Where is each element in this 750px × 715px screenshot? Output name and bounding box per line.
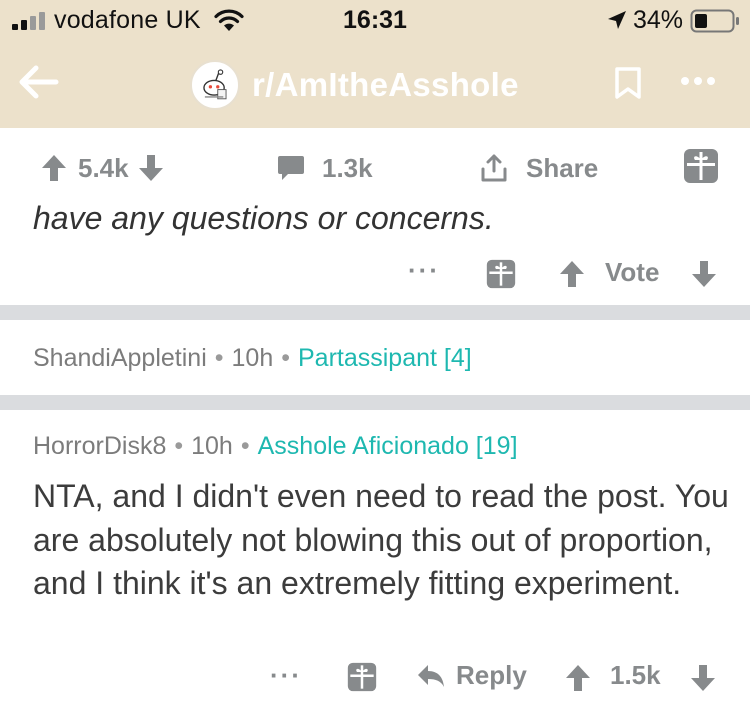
battery-icon bbox=[690, 9, 739, 33]
status-bar: vodafone UK 16:31 34% bbox=[0, 0, 750, 44]
post-share-button[interactable]: Share bbox=[480, 150, 598, 186]
comment-body: NTA, and I didn't even need to read the … bbox=[33, 478, 729, 601]
vote-label: Vote bbox=[605, 257, 660, 287]
share-label: Share bbox=[526, 152, 599, 183]
post-action-bar: 5.4k 1.3k Share bbox=[0, 128, 750, 208]
user-flair: Asshole Aficionado [19] bbox=[257, 432, 518, 460]
comment-meta: ShandiAppletini • 10h • Partassipant [4] bbox=[33, 344, 472, 373]
upvote-icon[interactable] bbox=[40, 153, 68, 183]
downvote-icon[interactable] bbox=[137, 153, 165, 183]
divider bbox=[0, 395, 750, 410]
separator-dot: • bbox=[174, 432, 184, 460]
comment-more-button[interactable]: ··· bbox=[270, 660, 302, 691]
post-score: 5.4k bbox=[78, 152, 129, 183]
separator-dot: • bbox=[240, 432, 250, 460]
comment-meta: HorrorDisk8 • 10h • Asshole Aficionado [… bbox=[33, 432, 518, 461]
location-arrow-icon bbox=[608, 11, 626, 29]
reply-button[interactable]: Reply bbox=[416, 660, 527, 691]
comment-author[interactable]: ShandiAppletini bbox=[33, 344, 207, 373]
gift-icon[interactable] bbox=[683, 148, 719, 184]
subreddit-header: r/AmItheAsshole bbox=[0, 44, 750, 128]
user-flair: Partassipant [4] bbox=[298, 344, 472, 372]
comment-more-button[interactable]: ··· bbox=[408, 255, 440, 286]
subreddit-avatar-icon bbox=[190, 60, 240, 110]
downvote-icon[interactable] bbox=[690, 259, 718, 289]
comment-author[interactable]: HorrorDisk8 bbox=[33, 432, 166, 461]
battery-percent: 34% bbox=[633, 6, 684, 34]
reply-label: Reply bbox=[456, 660, 527, 690]
comment-bubble-icon bbox=[278, 156, 304, 180]
comment-text-tail: have any questions or concerns. bbox=[33, 200, 494, 236]
upvote-icon[interactable] bbox=[558, 259, 586, 289]
separator-dot: • bbox=[214, 344, 224, 372]
more-icon[interactable] bbox=[680, 74, 716, 88]
subreddit-name: r/AmItheAsshole bbox=[252, 66, 519, 103]
share-icon bbox=[481, 154, 507, 182]
gift-icon[interactable] bbox=[486, 259, 516, 289]
subreddit-title[interactable]: r/AmItheAsshole bbox=[190, 60, 519, 110]
post-vote-group: 5.4k bbox=[40, 150, 165, 186]
upvote-icon[interactable] bbox=[564, 663, 592, 693]
post-comments-button[interactable]: 1.3k bbox=[276, 150, 373, 186]
comment-score: 1.5k bbox=[610, 660, 661, 690]
back-arrow-icon[interactable] bbox=[18, 64, 60, 100]
comment-actions: ··· Vote bbox=[0, 255, 750, 295]
gift-icon[interactable] bbox=[347, 662, 377, 692]
separator-dot: • bbox=[281, 344, 290, 372]
comment-age: 10h bbox=[191, 432, 233, 460]
downvote-icon[interactable] bbox=[689, 663, 717, 693]
divider bbox=[0, 305, 750, 320]
collapsed-comment[interactable]: ShandiAppletini • 10h • Partassipant [4] bbox=[0, 320, 750, 395]
reply-icon bbox=[418, 664, 444, 687]
post-comment-count: 1.3k bbox=[322, 152, 373, 183]
comment-age: 10h bbox=[231, 344, 274, 372]
bookmark-icon[interactable] bbox=[614, 66, 642, 100]
